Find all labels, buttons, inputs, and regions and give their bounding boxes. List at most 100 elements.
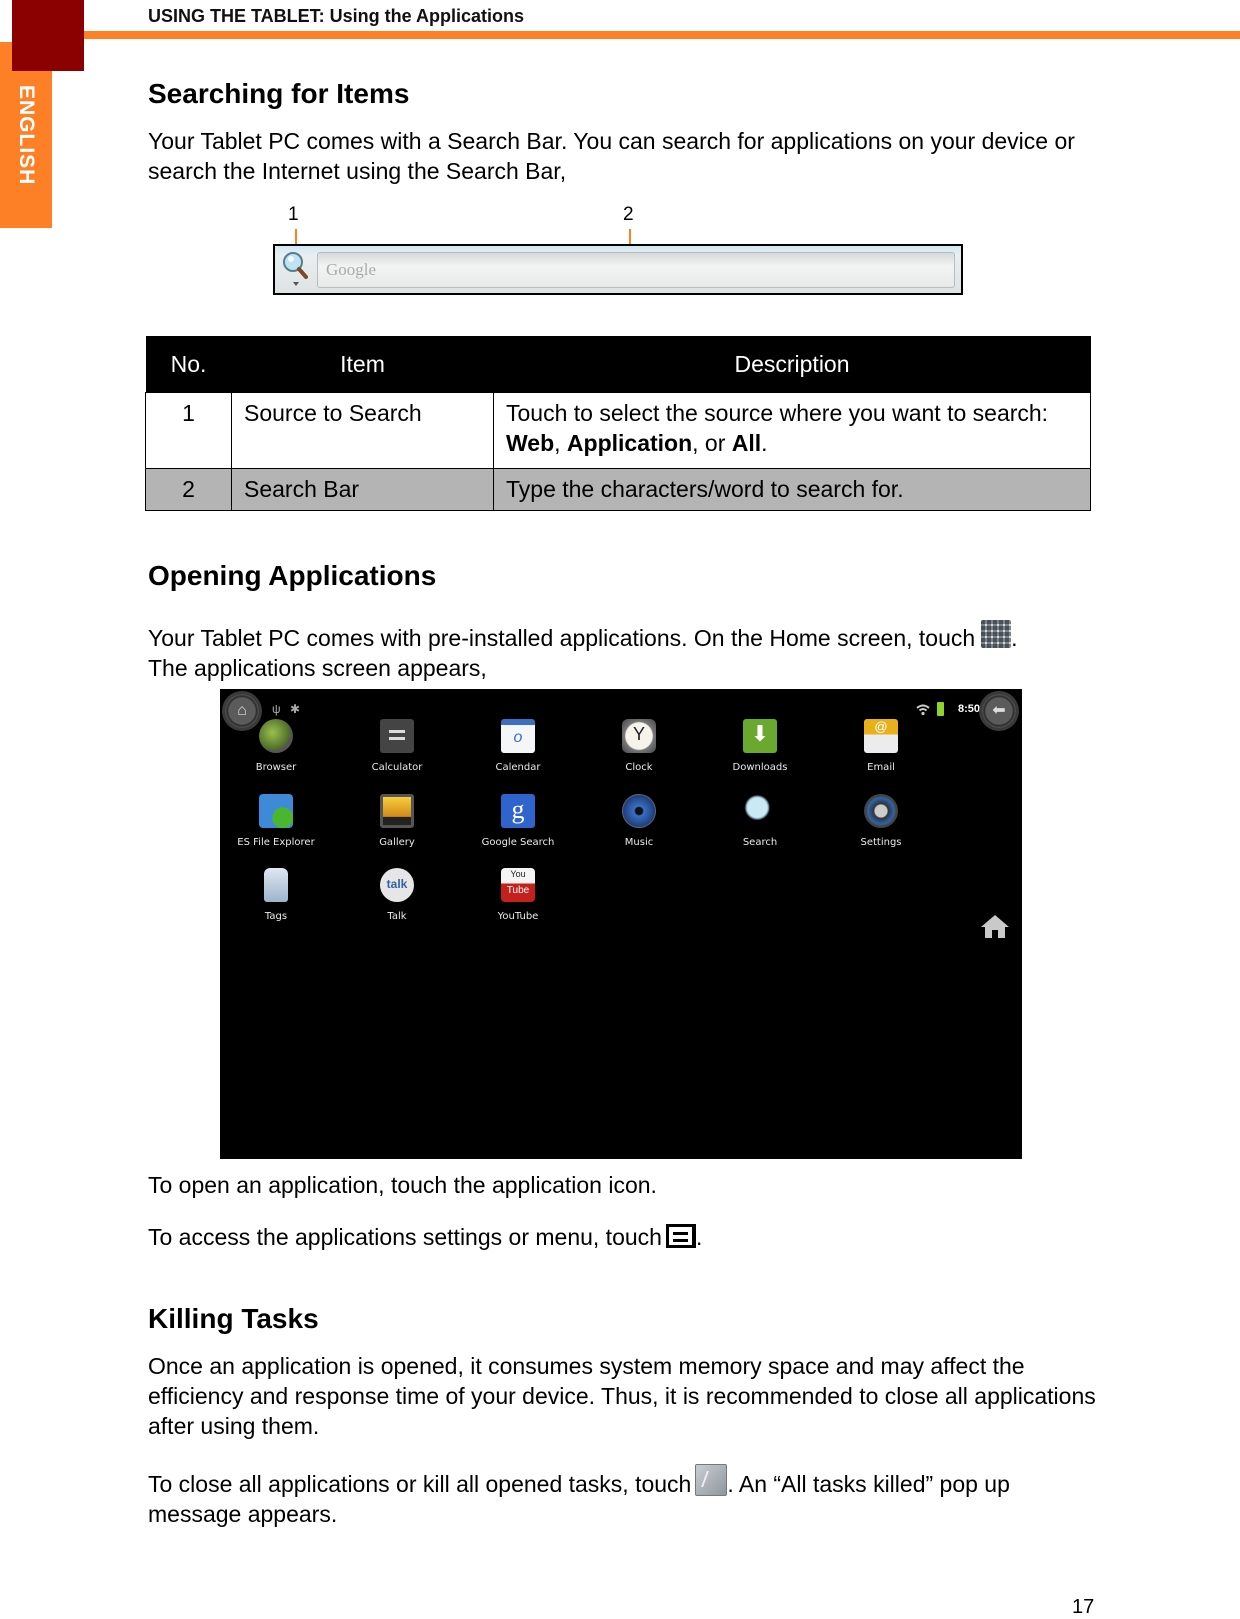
calculator-icon <box>380 719 414 753</box>
app-label: YouTube <box>497 911 539 922</box>
callout-number-2: 2 <box>623 204 634 225</box>
menu-icon <box>665 1224 696 1248</box>
killing-body: Once an application is opened, it consum… <box>148 1353 1096 1439</box>
clock-icon: Y <box>622 719 656 753</box>
back-icon: ⬅ <box>982 694 1016 728</box>
menu-instruction: To access the applications settings or m… <box>148 1222 1108 1252</box>
open-app-instruction: To open an application, touch the applic… <box>148 1172 657 1198</box>
search-input[interactable]: Google <box>317 252 955 288</box>
email-icon: @ <box>864 719 898 753</box>
battery-icon <box>937 702 944 716</box>
settings-icon <box>864 794 898 828</box>
app-label: Talk <box>387 911 407 922</box>
row-number: 2 <box>145 468 232 511</box>
row-description: Type the characters/word to search for. <box>493 468 1091 511</box>
app-label: Email <box>867 762 895 773</box>
usb-icon: ψ <box>272 702 281 716</box>
row-description: Touch to select the source where you wan… <box>493 392 1091 469</box>
opening-intro-line2: The applications screen appears, <box>148 655 487 681</box>
app-label: Calendar <box>495 762 541 773</box>
running-header: USING THE TABLET: Using the Applications <box>148 6 525 26</box>
app-item-email[interactable]: @ Email <box>819 719 943 773</box>
option-application: Application <box>566 430 693 456</box>
option-web: Web <box>506 430 555 456</box>
menu-instruction-text: To access the applications settings or m… <box>148 1224 662 1250</box>
separator: , <box>554 430 567 456</box>
app-label: Clock <box>625 762 653 773</box>
callout-number-1: 1 <box>288 204 299 225</box>
app-item-calculator[interactable]: Calculator <box>335 719 459 773</box>
gallery-icon <box>380 794 414 828</box>
app-item-search[interactable]: Search <box>698 794 822 848</box>
option-all: All <box>731 430 762 456</box>
search-placeholder: Google <box>326 260 377 279</box>
app-item-youtube[interactable]: You Tube YouTube <box>456 868 580 922</box>
magnifier-icon <box>743 794 777 828</box>
search-bar-figure: Google <box>273 244 963 295</box>
app-label: Downloads <box>732 762 788 773</box>
nfc-tag-icon <box>264 868 288 902</box>
app-label: Calculator <box>371 762 423 773</box>
items-table: No. Item Description 1 Source to Search … <box>145 336 1091 511</box>
column-header-no: No. <box>145 336 232 393</box>
punctuation: . <box>761 430 768 456</box>
section-heading-killing: Killing Tasks <box>148 1303 319 1334</box>
app-label: Browser <box>255 762 297 773</box>
app-label: Google Search <box>481 837 555 848</box>
app-item-clock[interactable]: Y Clock <box>577 719 701 773</box>
row-number: 1 <box>145 392 232 469</box>
talk-bubble-icon: talk <box>380 868 414 902</box>
google-icon: g <box>501 794 535 828</box>
globe-icon <box>259 719 293 753</box>
punctuation: . <box>695 1224 703 1250</box>
app-label: Tags <box>264 911 288 922</box>
chevron-down-icon <box>293 282 299 286</box>
app-item-talk[interactable]: talk Talk <box>335 868 459 922</box>
description-text: Touch to select the source where you wan… <box>506 400 1049 426</box>
search-source-button[interactable] <box>281 250 311 288</box>
speaker-icon <box>622 794 656 828</box>
calendar-icon: o <box>501 719 535 753</box>
app-item-tags[interactable]: Tags <box>214 868 338 922</box>
task-killer-icon <box>695 1464 728 1496</box>
app-item-music[interactable]: Music <box>577 794 701 848</box>
row-item: Search Bar <box>231 468 494 511</box>
app-label: Search <box>742 837 778 848</box>
page-number: 17 <box>1072 1596 1095 1618</box>
row-item: Source to Search <box>231 392 494 469</box>
app-item-settings[interactable]: Settings <box>819 794 943 848</box>
app-item-gallery[interactable]: Gallery <box>335 794 459 848</box>
app-label: Music <box>624 837 654 848</box>
applications-screen-screenshot: ⌂ ψ ✱ 8:50 ⬅ Browser Calculator o Calendar Y… <box>220 689 1022 1159</box>
download-icon: ⬇ <box>743 719 777 753</box>
kill-instruction: To close all applications or kill all op… <box>148 1464 1098 1529</box>
app-item-es-file-explorer[interactable]: ES File Explorer <box>214 794 338 848</box>
android-debug-icon: ✱ <box>290 702 301 716</box>
youtube-icon: You Tube <box>501 868 535 902</box>
separator: , or <box>692 430 732 456</box>
app-item-downloads[interactable]: ⬇ Downloads <box>698 719 822 773</box>
app-item-google-search[interactable]: g Google Search <box>456 794 580 848</box>
folder-icon <box>259 794 293 828</box>
table-row: 1 Source to Search Touch to select the s… <box>145 392 1091 469</box>
app-item-browser[interactable]: Browser <box>214 719 338 773</box>
app-item-calendar[interactable]: o Calendar <box>456 719 580 773</box>
section-heading-searching: Searching for Items <box>148 78 410 109</box>
app-label: Settings <box>860 837 902 848</box>
punctuation: . <box>1011 625 1018 651</box>
home-button-icon <box>981 915 1009 938</box>
table-row: 2 Search Bar Type the characters/word to… <box>145 468 1091 511</box>
header-rule <box>84 31 1240 39</box>
status-time: 8:50 <box>958 703 981 715</box>
app-label: ES File Explorer <box>237 837 315 848</box>
opening-intro: Your Tablet PC comes with pre-installed … <box>148 620 1128 683</box>
table-header-row: No. Item Description <box>145 336 1091 393</box>
searching-intro: Your Tablet PC comes with a Search Bar. … <box>148 128 1075 184</box>
app-grid-icon <box>981 620 1012 648</box>
chapter-marker <box>12 0 84 71</box>
opening-intro-text: Your Tablet PC comes with pre-installed … <box>148 625 976 651</box>
kill-instruction-text: To close all applications or kill all op… <box>148 1471 692 1497</box>
column-header-description: Description <box>493 336 1091 393</box>
search-source-icon <box>283 252 308 286</box>
column-header-item: Item <box>231 336 494 393</box>
